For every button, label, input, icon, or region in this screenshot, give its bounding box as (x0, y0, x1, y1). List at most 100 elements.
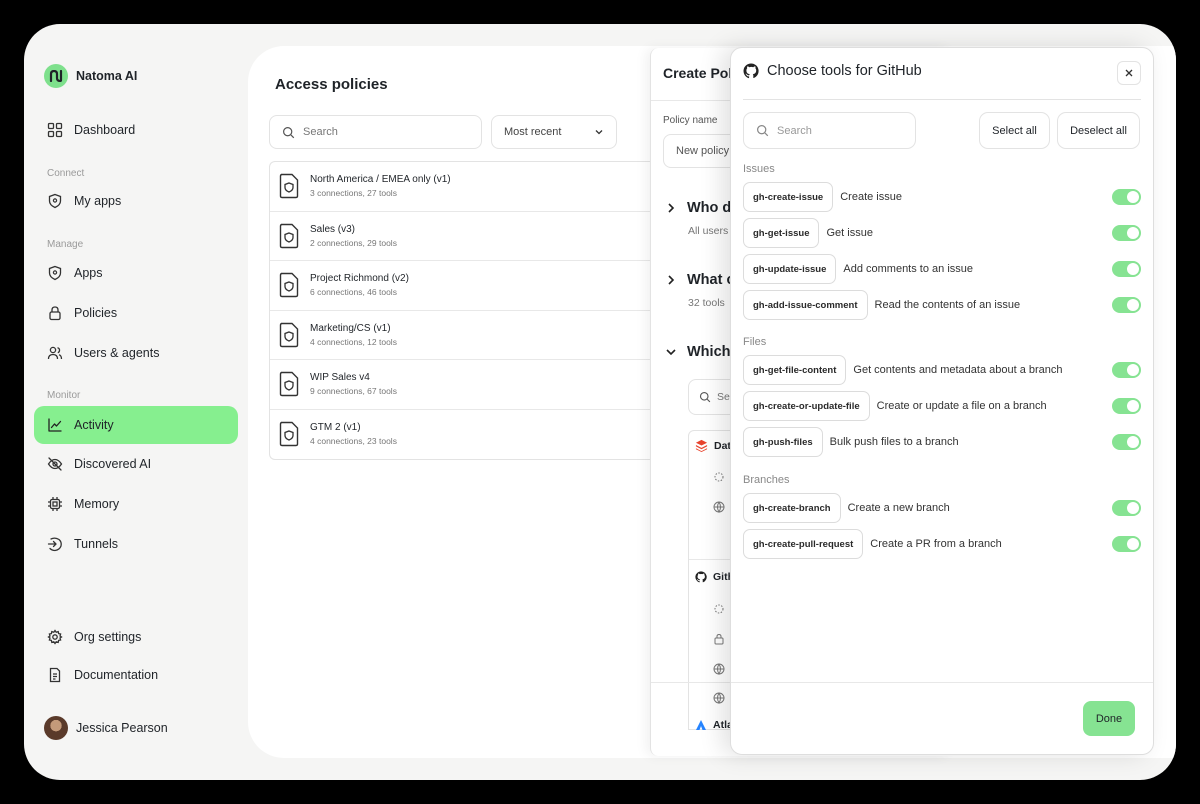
tool-toggle[interactable] (1112, 434, 1141, 450)
tool-description: Create a PR from a branch (870, 538, 1002, 550)
policy-name: WIP Sales v4 (310, 372, 370, 384)
device-frame: Natoma AI Dashboard Connect My apps Mana… (0, 0, 1200, 804)
globe-icon (713, 692, 725, 704)
policy-document-icon (279, 174, 299, 199)
close-button[interactable] (1117, 61, 1141, 85)
who-section[interactable]: Who d (665, 200, 731, 216)
which-section[interactable]: Which (665, 344, 731, 360)
search-icon (283, 126, 295, 138)
policy-document-icon (279, 273, 299, 298)
sidebar-item-activity[interactable]: Activity (34, 406, 238, 444)
policy-text: WIP Sales v4 9 connections, 67 tools (310, 372, 397, 396)
sort-label: Most recent (504, 126, 562, 138)
tool-toggle[interactable] (1112, 225, 1141, 241)
sidebar-item-tunnels[interactable]: Tunnels (34, 525, 238, 563)
what-section[interactable]: What c (665, 272, 735, 288)
brand[interactable]: Natoma AI (44, 64, 137, 88)
tool-description: Create issue (840, 191, 902, 203)
avatar (44, 716, 68, 740)
tool-description: Create or update a file on a branch (876, 400, 1047, 412)
policy-row[interactable]: Marketing/CS (v1) 4 connections, 12 tools (270, 311, 669, 360)
sidebar-item-org-settings[interactable]: Org settings (34, 618, 238, 656)
tool-description: Read the contents of an issue (874, 299, 1021, 311)
sidebar-item-label: Documentation (74, 668, 159, 682)
policy-meta: 9 connections, 67 tools (310, 386, 397, 397)
policy-list: North America / EMEA only (v1) 3 connecti… (269, 161, 669, 460)
sidebar-item-policies[interactable]: Policies (34, 294, 238, 332)
tool-description: Get issue (826, 227, 873, 239)
policy-document-icon (279, 223, 299, 248)
policy-document-icon (279, 422, 299, 447)
eye-off-icon (47, 457, 63, 471)
app-row-databricks[interactable]: Dat (695, 439, 731, 452)
policy-row[interactable]: Sales (v3) 2 connections, 29 tools (270, 212, 669, 261)
policy-text: North America / EMEA only (v1) 3 connecti… (310, 174, 451, 198)
sidebar-item-dashboard[interactable]: Dashboard (34, 111, 238, 149)
policy-row[interactable]: GTM 2 (v1) 4 connections, 23 tools (270, 410, 669, 460)
tool-description: Bulk push files to a branch (829, 436, 959, 448)
search-icon (757, 125, 769, 137)
tool-toggle[interactable] (1112, 398, 1141, 414)
shield-icon (48, 193, 62, 209)
policy-text: Project Richmond (v2) 6 connections, 46 t… (310, 273, 409, 297)
nav-section-monitor: Monitor (47, 390, 81, 401)
nav-section-connect: Connect (47, 168, 85, 179)
section-subtitle: All users (688, 225, 729, 237)
sort-select[interactable]: Most recent (491, 115, 617, 149)
tool-id-chip: gh-add-issue-comment (743, 290, 868, 320)
sidebar-item-memory[interactable]: Memory (34, 485, 238, 523)
tool-toggle[interactable] (1112, 536, 1141, 552)
policy-meta: 4 connections, 12 tools (310, 336, 397, 347)
tool-group-label: Branches (743, 474, 790, 486)
sidebar-item-documentation[interactable]: Documentation (34, 656, 238, 694)
policy-meta: 3 connections, 27 tools (310, 188, 397, 199)
user-name: Jessica Pearson (76, 721, 168, 735)
tool-toggle[interactable] (1112, 362, 1141, 378)
lock-icon (49, 306, 61, 321)
app-row-github[interactable]: Gith (695, 571, 734, 583)
select-all-button[interactable]: Select all (979, 112, 1050, 149)
policy-meta: 4 connections, 23 tools (310, 436, 397, 447)
sidebar-item-discovered-ai[interactable]: Discovered AI (34, 445, 238, 483)
policy-name: Sales (v3) (310, 223, 356, 235)
app-row-atlassian[interactable]: Atla (695, 719, 733, 731)
tool-toggle[interactable] (1112, 297, 1141, 313)
grid-icon (47, 122, 63, 138)
tool-row: gh-create-or-update-file Create or update… (743, 391, 1141, 421)
close-icon (1125, 69, 1133, 77)
tool-toggle[interactable] (1112, 261, 1141, 277)
chevron-right-icon (668, 203, 675, 213)
policy-text: Sales (v3) 2 connections, 29 tools (310, 224, 397, 248)
tool-id-chip: gh-create-pull-request (743, 529, 864, 559)
search-icon (699, 391, 711, 403)
tool-toggle[interactable] (1112, 189, 1141, 205)
sidebar-item-my-apps[interactable]: My apps (34, 182, 238, 220)
sidebar-item-label: Policies (74, 306, 118, 320)
policy-row[interactable]: Project Richmond (v2) 6 connections, 46 t… (270, 261, 669, 311)
chip-icon (48, 497, 62, 511)
sidebar-item-label: Tunnels (74, 537, 119, 551)
choose-tools-modal: Choose tools for GitHub Search Select al… (730, 47, 1154, 755)
chevron-down-icon (595, 130, 603, 135)
sidebar-item-users-agents[interactable]: Users & agents (34, 334, 238, 372)
deselect-all-button[interactable]: Deselect all (1057, 112, 1140, 149)
sparkle-icon (714, 472, 724, 482)
policy-row[interactable]: WIP Sales v4 9 connections, 67 tools (270, 360, 669, 410)
tool-toggle[interactable] (1112, 500, 1141, 516)
globe-icon (713, 663, 725, 675)
sidebar-item-apps[interactable]: Apps (34, 254, 238, 292)
tool-row: gh-create-branch Create a new branch (743, 493, 1141, 523)
policy-row[interactable]: North America / EMEA only (v1) 3 connecti… (270, 162, 669, 212)
policy-name: Marketing/CS (v1) (310, 322, 391, 334)
users-icon (47, 346, 63, 360)
sidebar-item-label: Users & agents (74, 346, 160, 360)
search-input[interactable]: Search (269, 115, 482, 149)
sparkle-icon (714, 604, 724, 614)
done-button[interactable]: Done (1083, 701, 1135, 736)
brand-logo-icon (44, 64, 68, 88)
user-profile[interactable]: Jessica Pearson (44, 716, 168, 740)
databricks-icon (695, 439, 708, 452)
tools-search-input[interactable]: Search (743, 112, 916, 149)
policy-name: GTM 2 (v1) (310, 422, 361, 434)
sidebar-item-label: Apps (74, 266, 103, 280)
